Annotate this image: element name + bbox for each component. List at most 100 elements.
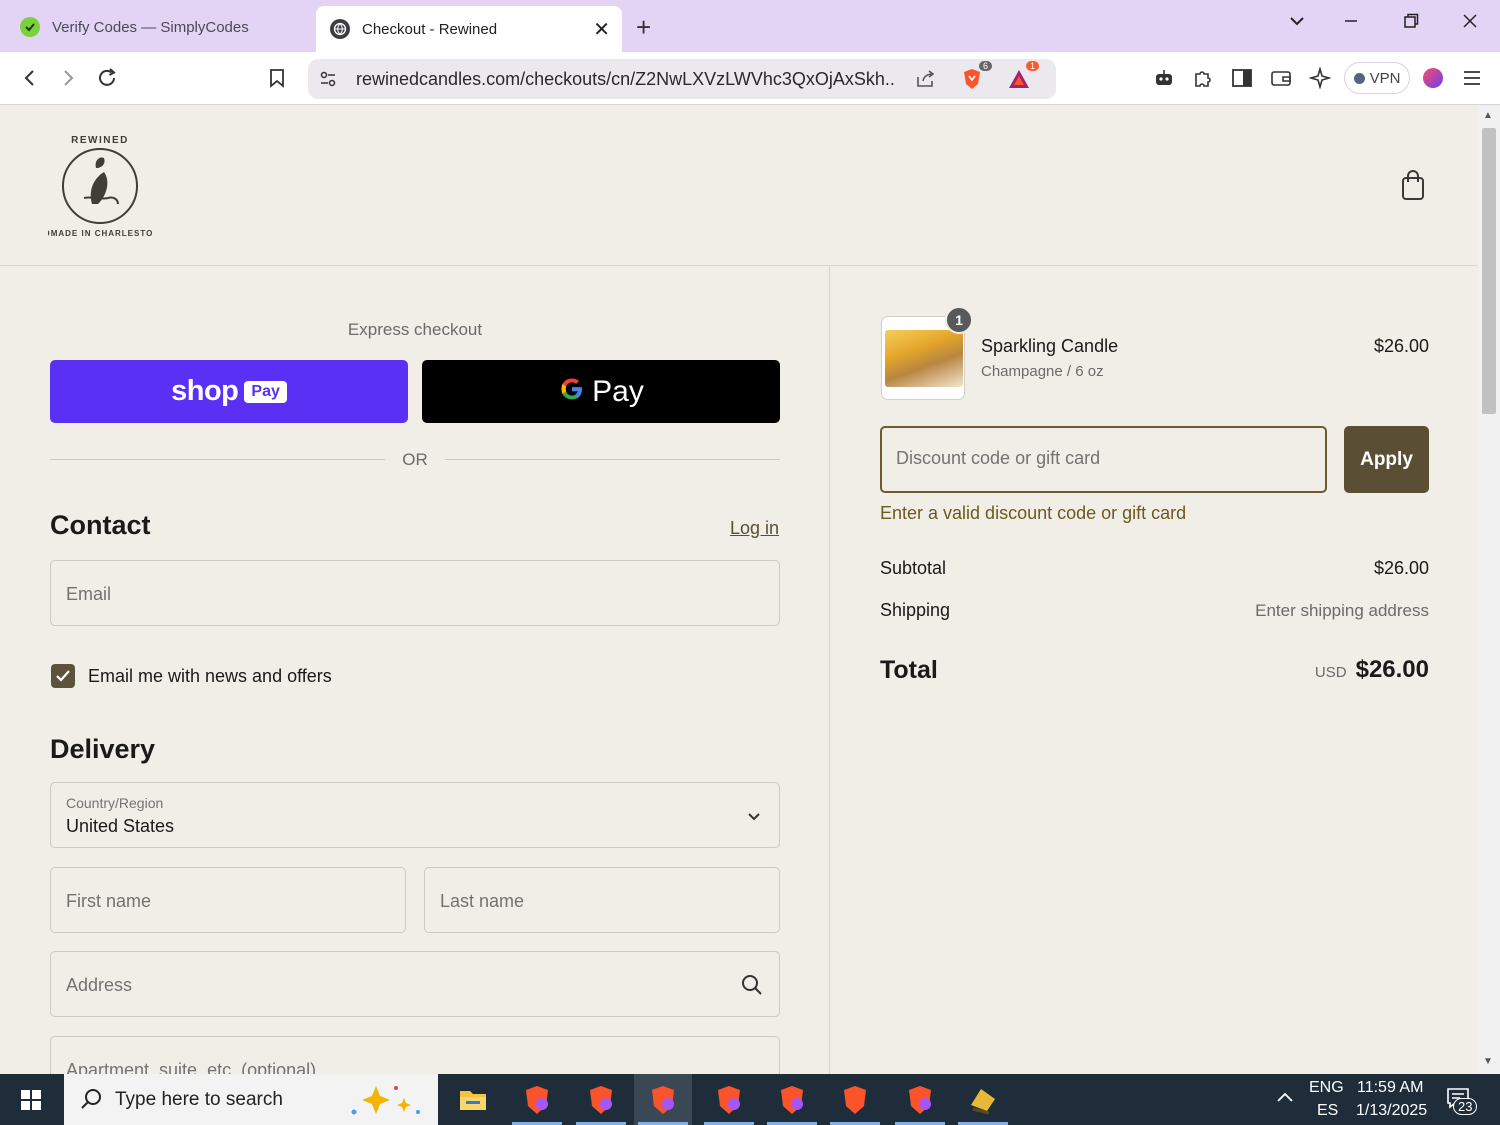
candle-image — [885, 330, 963, 387]
country-select[interactable]: Country/Region United States — [50, 782, 780, 848]
clock-time[interactable]: 11:59 AM — [1357, 1079, 1423, 1097]
or-label: OR — [402, 450, 428, 469]
show-hidden-icons-chevron-icon[interactable] — [1276, 1090, 1294, 1109]
shop-pay-wordmark: shop — [171, 375, 239, 407]
shop-pay-button[interactable]: shop Pay — [50, 360, 408, 423]
simplycodes-favicon-icon — [20, 17, 40, 37]
wallet-icon[interactable] — [1267, 64, 1295, 92]
last-name-field[interactable]: Last name — [424, 867, 780, 933]
restore-icon[interactable] — [1402, 12, 1420, 36]
glove-app-icon — [971, 1088, 995, 1114]
delivery-heading: Delivery — [50, 734, 156, 764]
taskbar-file-explorer[interactable] — [444, 1074, 502, 1125]
keyboard-layout-indicator[interactable]: ES — [1317, 1102, 1338, 1120]
profile-avatar-icon[interactable] — [1419, 64, 1447, 92]
tab-checkout[interactable]: Checkout - Rewined ✕ — [316, 6, 622, 52]
folder-icon — [460, 1090, 486, 1110]
extensions-puzzle-icon[interactable] — [1189, 64, 1217, 92]
taskbar-brave-window-4[interactable] — [700, 1074, 758, 1125]
new-tab-button[interactable]: + — [636, 12, 651, 43]
close-tab-icon[interactable]: ✕ — [593, 17, 610, 42]
total-amount: USD $26.00 — [1315, 656, 1429, 684]
brave-icon — [781, 1085, 803, 1114]
contact-heading: Contact — [50, 510, 151, 540]
leo-robot-icon[interactable] — [1150, 64, 1178, 92]
vpn-button[interactable]: VPN — [1344, 62, 1410, 94]
leo-ai-sparkle-icon[interactable] — [1306, 64, 1334, 92]
subtotal-value: $26.00 — [1373, 558, 1429, 578]
back-icon[interactable] — [16, 64, 44, 92]
svg-text:HANDMADE IN CHARLESTON SC: HANDMADE IN CHARLESTON SC — [48, 229, 152, 238]
vpn-label: VPN — [1369, 69, 1401, 87]
total-value: $26.00 — [1355, 656, 1429, 683]
store-header: REWINED HANDMADE IN CHARLESTON SC — [0, 106, 1478, 266]
brave-rewards-icon[interactable]: 1 — [1005, 61, 1039, 93]
taskbar-brave-window-active[interactable] — [634, 1074, 692, 1125]
google-pay-label: Pay — [592, 374, 644, 408]
taskbar-brave-window-5[interactable] — [763, 1074, 821, 1125]
divider-line — [50, 459, 385, 460]
windows-logo-icon — [21, 1089, 41, 1110]
log-in-link[interactable]: Log in — [730, 518, 779, 539]
discount-field[interactable] — [880, 426, 1327, 493]
browser-toolbar: rewinedcandles.com/checkouts/cn/Z2NwLXVz… — [0, 52, 1500, 105]
brave-icon — [718, 1085, 740, 1114]
notification-count-badge: 23 — [1453, 1098, 1478, 1115]
apartment-placeholder: Apartment, suite, etc. (optional) — [66, 1060, 317, 1074]
taskbar-brave-window-2[interactable] — [572, 1074, 630, 1125]
scroll-thumb[interactable] — [1482, 128, 1496, 414]
taskbar-app-glove[interactable] — [954, 1074, 1012, 1125]
checkout-form-column: Express checkout shop Pay Pay OR Contact… — [0, 266, 830, 1074]
first-name-field[interactable]: First name — [50, 867, 406, 933]
checkmark-icon — [56, 670, 70, 682]
reload-icon[interactable] — [93, 64, 121, 92]
close-window-icon[interactable] — [1461, 12, 1479, 36]
scroll-down-icon[interactable]: ▼ — [1483, 1056, 1493, 1067]
taskbar-search-placeholder: Type here to search — [115, 1089, 283, 1110]
checkout-page: REWINED HANDMADE IN CHARLESTON SC Expres… — [0, 106, 1478, 1074]
bookmark-icon[interactable] — [263, 64, 291, 92]
taskbar-search-box[interactable]: Type here to search — [64, 1074, 438, 1125]
apartment-field[interactable]: Apartment, suite, etc. (optional) — [50, 1036, 780, 1074]
menu-hamburger-icon[interactable] — [1458, 64, 1486, 92]
email-placeholder: Email — [66, 584, 112, 604]
windows-start-button[interactable] — [0, 1074, 62, 1125]
rewined-logo[interactable]: REWINED HANDMADE IN CHARLESTON SC — [24, 128, 176, 240]
search-icon[interactable] — [741, 974, 763, 1001]
taskbar-brave-window-7[interactable] — [891, 1074, 949, 1125]
sidebar-toggle-icon[interactable] — [1228, 64, 1256, 92]
minimize-icon[interactable] — [1342, 12, 1360, 36]
order-summary-column: 1 Sparkling Candle Champagne / 6 oz $26.… — [831, 266, 1478, 1074]
clock-date[interactable]: 1/13/2025 — [1356, 1102, 1427, 1120]
search-icon — [79, 1087, 103, 1116]
shipping-label: Shipping — [880, 600, 951, 620]
url-text[interactable]: rewinedcandles.com/checkouts/cn/Z2NwLXVz… — [356, 69, 896, 90]
discount-error-message: Enter a valid discount code or gift card — [880, 503, 1187, 523]
forward-icon[interactable] — [54, 64, 82, 92]
taskbar-brave-window-6[interactable] — [826, 1074, 884, 1125]
language-indicator[interactable]: ENG — [1309, 1079, 1344, 1097]
shopping-bag-icon[interactable] — [1398, 168, 1428, 202]
scroll-up-icon[interactable]: ▲ — [1483, 110, 1493, 121]
apply-button[interactable]: Apply — [1344, 426, 1429, 493]
page-scrollbar[interactable]: ▲ ▼ — [1478, 106, 1500, 1074]
brave-icon — [526, 1085, 548, 1114]
email-field[interactable]: Email — [50, 560, 780, 626]
site-settings-icon[interactable] — [314, 65, 342, 93]
address-field[interactable]: Address — [50, 951, 780, 1017]
taskbar-brave-window-1[interactable] — [508, 1074, 566, 1125]
brave-shields-icon[interactable]: 6 — [958, 61, 992, 93]
tab-search-chevron-icon[interactable] — [1288, 12, 1306, 36]
product-price: $26.00 — [1373, 336, 1429, 356]
shipping-value: Enter shipping address — [1255, 601, 1429, 620]
brave-icon — [590, 1085, 612, 1114]
newsletter-checkbox[interactable] — [51, 664, 75, 688]
address-bar[interactable]: rewinedcandles.com/checkouts/cn/Z2NwLXVz… — [308, 59, 1056, 99]
svg-text:REWINED: REWINED — [71, 135, 129, 146]
google-pay-button[interactable]: Pay — [422, 360, 780, 423]
divider-line — [445, 459, 780, 460]
discount-input[interactable] — [896, 448, 1306, 469]
tab-title: Checkout - Rewined — [362, 20, 498, 38]
tab-verify-codes[interactable]: Verify Codes — SimplyCodes — [6, 6, 308, 48]
share-icon[interactable] — [912, 65, 940, 93]
